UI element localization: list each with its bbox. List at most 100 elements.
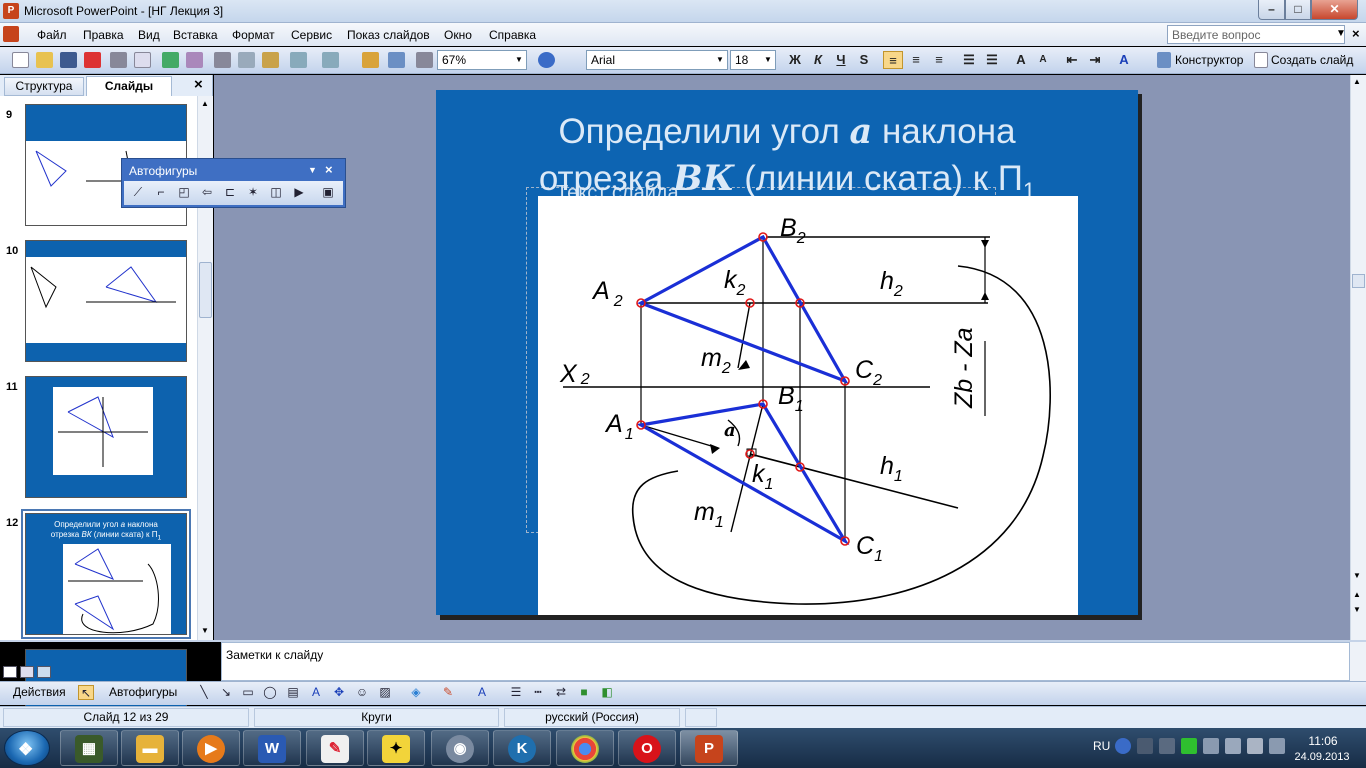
close-button[interactable]: ✕ bbox=[1311, 0, 1358, 20]
align-left-button[interactable]: ≡ bbox=[883, 51, 903, 69]
slideshow-view-icon[interactable] bbox=[37, 666, 51, 678]
taskbar-app-media-player[interactable]: ▶ bbox=[182, 730, 240, 766]
power-icon[interactable] bbox=[1203, 738, 1219, 754]
help-icon[interactable] bbox=[538, 52, 555, 68]
new-slide-button[interactable]: Создать слайд bbox=[1271, 53, 1353, 67]
underline-button[interactable]: Ч bbox=[831, 51, 851, 69]
chevron-down-icon[interactable]: ▼ bbox=[1336, 28, 1346, 39]
normal-view-icon[interactable] bbox=[3, 666, 17, 678]
undo-icon[interactable] bbox=[290, 52, 307, 68]
grid-icon[interactable] bbox=[416, 52, 433, 68]
scrollbar-thumb[interactable] bbox=[199, 262, 212, 318]
taskbar-app-pen[interactable]: ✎ bbox=[306, 730, 364, 766]
fill-color-icon[interactable]: ◈ bbox=[408, 685, 424, 700]
menu-tools[interactable]: Сервис bbox=[291, 28, 332, 42]
document-icon[interactable] bbox=[3, 26, 19, 42]
taskbar-app-powerpoint[interactable]: P bbox=[680, 730, 738, 766]
open-folder-icon[interactable] bbox=[36, 52, 53, 68]
decrease-font-button[interactable]: A bbox=[1033, 51, 1053, 69]
bulleted-list-button[interactable]: ☰ bbox=[982, 51, 1002, 69]
font-color-button[interactable]: A bbox=[1114, 51, 1134, 69]
tab-outline[interactable]: Структура bbox=[4, 77, 84, 96]
copy-icon[interactable] bbox=[238, 52, 255, 68]
slide-thumbnail-11[interactable] bbox=[25, 376, 187, 498]
menu-help[interactable]: Справка bbox=[489, 28, 536, 42]
research-icon[interactable] bbox=[186, 52, 203, 68]
font-size-combo[interactable]: 18 ▼ bbox=[730, 50, 776, 70]
clipart-icon[interactable]: ☺ bbox=[354, 685, 370, 700]
align-center-button[interactable]: ≡ bbox=[906, 51, 926, 69]
tray-app-icon[interactable] bbox=[1159, 738, 1175, 754]
print-icon[interactable] bbox=[110, 52, 127, 68]
insert-table-icon[interactable] bbox=[388, 52, 405, 68]
language-indicator[interactable]: RU bbox=[1093, 739, 1110, 753]
lines-icon[interactable]: ⟋ bbox=[129, 184, 147, 201]
actions-menu[interactable]: Действия bbox=[13, 685, 66, 699]
tray-chevron-icon[interactable] bbox=[1137, 738, 1153, 754]
increase-font-button[interactable]: A bbox=[1011, 51, 1031, 69]
close-toolbar-icon[interactable]: × bbox=[325, 162, 333, 177]
numbered-list-button[interactable]: ☰ bbox=[959, 51, 979, 69]
menu-view[interactable]: Вид bbox=[138, 28, 160, 42]
volume-icon[interactable] bbox=[1247, 738, 1263, 754]
new-document-icon[interactable] bbox=[12, 52, 29, 68]
basic-shapes-icon[interactable]: ◰ bbox=[175, 184, 193, 201]
menu-slideshow[interactable]: Показ слайдов bbox=[347, 28, 430, 42]
dash-style-icon[interactable]: ┅ bbox=[530, 685, 546, 700]
notes-field[interactable]: Заметки к слайду bbox=[221, 642, 1350, 681]
taskbar-app-kaspersky[interactable]: K bbox=[493, 730, 551, 766]
geometry-figure[interactable]: B2 A2 k2 h2 m2 C2 X2 B1 A1 a k1 h1 m1 C1… bbox=[538, 196, 1078, 615]
line-style-icon[interactable]: ☰ bbox=[508, 685, 524, 700]
network-icon[interactable] bbox=[1225, 738, 1241, 754]
help-tray-icon[interactable] bbox=[1115, 738, 1131, 754]
wordart-icon[interactable]: A bbox=[308, 685, 324, 700]
scroll-down-icon[interactable]: ▼ bbox=[1353, 571, 1361, 580]
rectangle-tool-icon[interactable]: ▭ bbox=[240, 685, 256, 700]
font-color-icon[interactable]: A bbox=[474, 685, 490, 700]
autoshapes-toolbar-title[interactable]: Автофигуры bbox=[129, 164, 197, 178]
menu-format[interactable]: Формат bbox=[232, 28, 275, 42]
scroll-up-icon[interactable]: ▲ bbox=[1353, 77, 1361, 86]
close-document-icon[interactable]: × bbox=[1352, 26, 1360, 41]
3d-style-icon[interactable]: ◧ bbox=[599, 685, 615, 700]
callouts-icon[interactable]: ◫ bbox=[267, 184, 285, 201]
connectors-icon[interactable]: ⌐ bbox=[152, 184, 170, 201]
maximize-button[interactable]: □ bbox=[1285, 0, 1311, 20]
autoshapes-menu[interactable]: Автофигуры bbox=[109, 685, 177, 699]
insert-picture-icon[interactable]: ▨ bbox=[377, 685, 393, 700]
line-tool-icon[interactable]: ╲ bbox=[196, 685, 212, 700]
taskbar-app-task-manager[interactable]: ▦ bbox=[60, 730, 118, 766]
more-autoshapes-icon[interactable]: ▣ bbox=[319, 184, 337, 201]
oval-tool-icon[interactable]: ◯ bbox=[262, 685, 278, 700]
redo-icon[interactable] bbox=[322, 52, 339, 68]
action-buttons-icon[interactable]: ▶ bbox=[290, 184, 308, 201]
help-question-input[interactable]: Введите вопрос bbox=[1167, 25, 1345, 44]
slide-sorter-view-icon[interactable] bbox=[20, 666, 34, 678]
decrease-indent-button[interactable]: ⇤ bbox=[1062, 51, 1082, 69]
taskbar-app-chrome[interactable] bbox=[556, 730, 614, 766]
bold-button[interactable]: Ж bbox=[785, 51, 805, 69]
spelling-icon[interactable] bbox=[162, 52, 179, 68]
arrow-style-icon[interactable]: ⇄ bbox=[553, 685, 569, 700]
taskbar-app-opera[interactable]: O bbox=[618, 730, 676, 766]
taskbar-app-media-center[interactable]: ◉ bbox=[431, 730, 489, 766]
clock-date[interactable]: 24.09.2013 bbox=[1286, 751, 1358, 763]
next-slide-icon[interactable]: ▼ bbox=[1353, 605, 1361, 614]
menu-edit[interactable]: Правка bbox=[83, 28, 124, 42]
stars-banners-icon[interactable]: ✶ bbox=[244, 184, 262, 201]
shadow-button[interactable]: S bbox=[854, 51, 874, 69]
toolbar-options-icon[interactable]: ▼ bbox=[308, 165, 317, 175]
clock-time[interactable]: 11:06 bbox=[1293, 734, 1353, 748]
format-painter-icon[interactable] bbox=[262, 52, 279, 68]
menu-insert[interactable]: Вставка bbox=[173, 28, 218, 42]
flowchart-icon[interactable]: ⊏ bbox=[221, 184, 239, 201]
designer-button[interactable]: Конструктор bbox=[1175, 53, 1243, 67]
align-right-button[interactable]: ≡ bbox=[929, 51, 949, 69]
select-pointer-icon[interactable]: ↖ bbox=[78, 685, 94, 700]
tray-extra-icon[interactable] bbox=[1269, 738, 1285, 754]
powerpoint-app-icon[interactable]: P bbox=[3, 3, 19, 19]
tab-slides[interactable]: Слайды bbox=[86, 76, 172, 96]
taskbar-app-batman[interactable]: ✦ bbox=[367, 730, 425, 766]
taskbar-app-word[interactable]: W bbox=[243, 730, 301, 766]
insert-chart-icon[interactable] bbox=[362, 52, 379, 68]
